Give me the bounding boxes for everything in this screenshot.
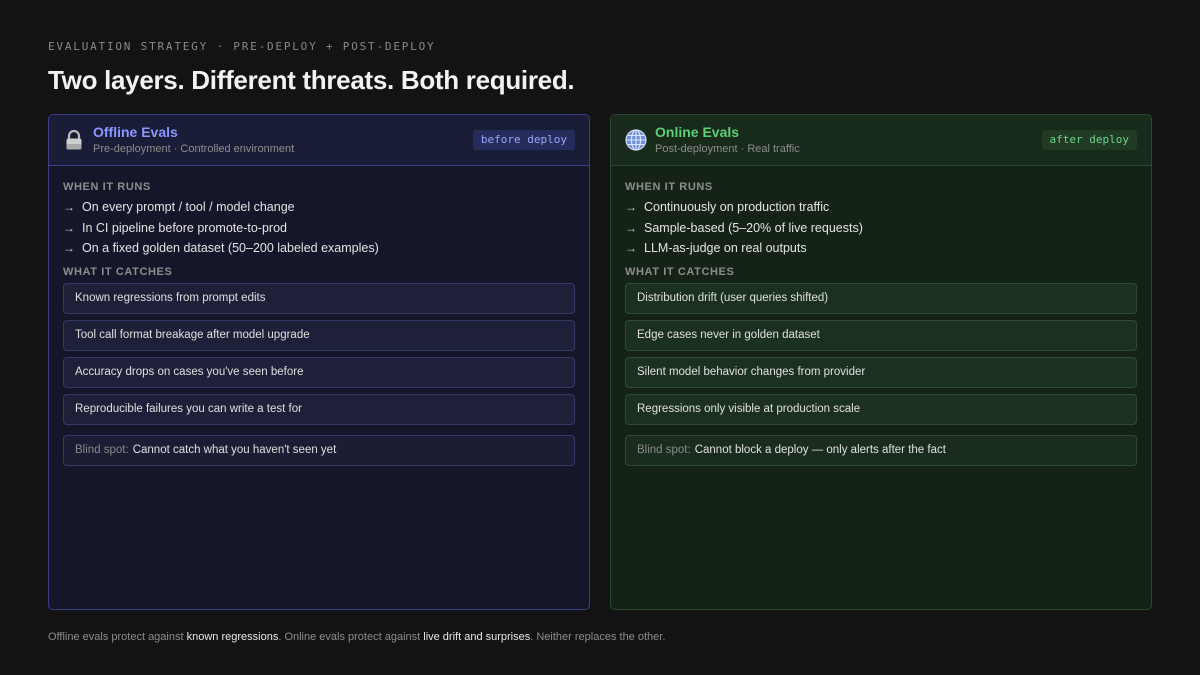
list-item: → On a fixed golden dataset (50–200 label… bbox=[63, 238, 575, 259]
blind-spot-text: Cannot block a deploy — only alerts afte… bbox=[694, 444, 946, 456]
online-panel-titles: Online Evals Post-deployment · Real traf… bbox=[655, 124, 800, 156]
online-panel-title: Online Evals bbox=[655, 124, 740, 140]
footer-text: Offline evals protect against bbox=[48, 631, 187, 643]
footer-note: Offline evals protect against known regr… bbox=[48, 630, 665, 644]
blind-spot-label: Blind spot: bbox=[637, 444, 691, 456]
lock-icon bbox=[63, 129, 85, 151]
run-item-text: Continuously on production traffic bbox=[644, 200, 830, 215]
offline-evals-panel: Offline Evals Pre-deployment · Controlle… bbox=[48, 114, 590, 610]
page-title: Two layers. Different threats. Both requ… bbox=[48, 65, 575, 95]
arrow-right-icon: → bbox=[63, 241, 75, 256]
catch-item: Edge cases never in golden dataset bbox=[625, 319, 1137, 351]
offline-runs-list: → On every prompt / tool / model change →… bbox=[63, 197, 575, 259]
offline-runs-label: WHEN IT RUNS bbox=[63, 181, 151, 193]
run-item-text: On every prompt / tool / model change bbox=[82, 200, 295, 215]
blind-spot-text: Cannot catch what you haven't seen yet bbox=[132, 444, 337, 456]
online-runs-list: → Continuously on production traffic → Sam… bbox=[625, 197, 1137, 259]
offline-panel-header: Offline Evals Pre-deployment · Controlle… bbox=[49, 115, 589, 166]
catch-item: Known regressions from prompt edits bbox=[63, 282, 575, 314]
catch-item: Regressions only visible at production s… bbox=[625, 393, 1137, 425]
eyebrow: EVALUATION STRATEGY · PRE-DEPLOY + POST-… bbox=[48, 40, 436, 53]
run-item-text: In CI pipeline before promote-to-prod bbox=[82, 220, 287, 235]
online-panel-body: WHEN IT RUNS → Continuously on production… bbox=[611, 166, 1151, 466]
after-deploy-tag: after deploy bbox=[1041, 130, 1137, 150]
slide: EVALUATION STRATEGY · PRE-DEPLOY + POST-… bbox=[0, 0, 1200, 675]
list-item: → On every prompt / tool / model change bbox=[63, 197, 575, 218]
online-panel-subtitle: Post-deployment · Real traffic bbox=[655, 143, 800, 155]
online-panel-header: Online Evals Post-deployment · Real traf… bbox=[611, 115, 1151, 166]
online-catches-list: Distribution drift (user queries shifted… bbox=[625, 282, 1137, 425]
blind-spot-label: Blind spot: bbox=[75, 444, 129, 456]
arrow-right-icon: → bbox=[63, 220, 75, 235]
before-deploy-tag: before deploy bbox=[472, 130, 575, 150]
catch-item: Distribution drift (user queries shifted… bbox=[625, 282, 1137, 314]
online-catches-label: WHAT IT CATCHES bbox=[625, 265, 735, 278]
offline-blind-spot: Blind spot: Cannot catch what you haven'… bbox=[63, 434, 575, 466]
catch-item: Tool call format breakage after model up… bbox=[63, 319, 575, 351]
catch-item: Reproducible failures you can write a te… bbox=[63, 393, 575, 425]
offline-catches-label: WHAT IT CATCHES bbox=[63, 265, 173, 278]
offline-panel-body: WHEN IT RUNS → On every prompt / tool / m… bbox=[49, 166, 589, 466]
globe-icon bbox=[625, 129, 647, 151]
footer-text: . Online evals protect against bbox=[278, 631, 424, 643]
list-item: → Continuously on production traffic bbox=[625, 197, 1137, 218]
run-item-text: LLM-as-judge on real outputs bbox=[644, 241, 807, 256]
arrow-right-icon: → bbox=[63, 200, 75, 215]
arrow-right-icon: → bbox=[625, 241, 637, 256]
run-item-text: On a fixed golden dataset (50–200 labele… bbox=[82, 241, 379, 256]
footer-text: . Neither replaces the other. bbox=[530, 631, 666, 643]
footer-highlight-live-drift: live drift and surprises bbox=[423, 631, 531, 643]
catch-item: Silent model behavior changes from provi… bbox=[625, 356, 1137, 388]
run-item-text: Sample-based (5–20% of live requests) bbox=[644, 220, 863, 235]
online-blind-spot: Blind spot: Cannot block a deploy — only… bbox=[625, 434, 1137, 466]
offline-catches-list: Known regressions from prompt edits Tool… bbox=[63, 282, 575, 425]
list-item: → In CI pipeline before promote-to-prod bbox=[63, 218, 575, 239]
offline-panel-title: Offline Evals bbox=[93, 124, 178, 140]
arrow-right-icon: → bbox=[625, 220, 637, 235]
offline-panel-subtitle: Pre-deployment · Controlled environment bbox=[93, 143, 295, 155]
catch-item: Accuracy drops on cases you've seen befo… bbox=[63, 356, 575, 388]
list-item: → LLM-as-judge on real outputs bbox=[625, 238, 1137, 259]
footer-highlight-known-regressions: known regressions bbox=[186, 631, 279, 643]
online-runs-label: WHEN IT RUNS bbox=[625, 181, 713, 193]
panels-row: Offline Evals Pre-deployment · Controlle… bbox=[48, 114, 1152, 610]
offline-panel-titles: Offline Evals Pre-deployment · Controlle… bbox=[93, 124, 294, 156]
list-item: → Sample-based (5–20% of live requests) bbox=[625, 218, 1137, 239]
arrow-right-icon: → bbox=[625, 200, 637, 215]
online-evals-panel: Online Evals Post-deployment · Real traf… bbox=[610, 114, 1152, 610]
